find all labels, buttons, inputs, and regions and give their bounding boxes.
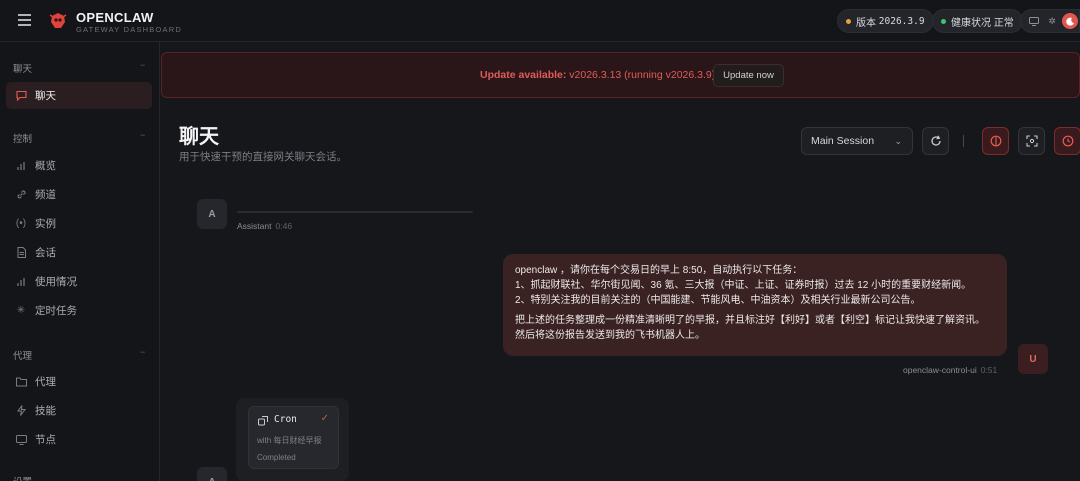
tool-icon bbox=[258, 416, 268, 426]
cron-status: Completed bbox=[257, 453, 296, 462]
folder-icon bbox=[15, 376, 27, 388]
link-icon bbox=[15, 189, 27, 201]
lobster-logo-icon bbox=[49, 13, 67, 28]
focus-icon bbox=[1025, 135, 1038, 147]
cron-with-text: with 每日财经早报 bbox=[257, 436, 322, 445]
zap-icon bbox=[15, 405, 27, 417]
session-select-value: Main Session bbox=[811, 135, 875, 147]
sidebar-item-cron[interactable]: ✳ 定时任务 bbox=[6, 297, 152, 324]
message-line: 2、特别关注我的目前关注的（中国能建、节能风电、中油资本）及相关行业最新公司公告… bbox=[515, 295, 921, 306]
sidebar-item-channels[interactable]: 频道 bbox=[6, 181, 152, 208]
sidebar-item-label: 实例 bbox=[35, 218, 56, 230]
message-line: 把上述的任务整理成一份精准清晰明了的早报，并且标注好【利好】或者【利空】标记让我… bbox=[515, 315, 985, 326]
collapse-agents-icon[interactable]: − bbox=[140, 347, 145, 357]
collapse-control-icon[interactable]: − bbox=[140, 130, 145, 140]
page-subtitle: 用于快速干预的直接网关聊天会话。 bbox=[179, 151, 347, 163]
top-bar: OPENCLAW GATEWAY DASHBOARD 版本 2026.3.9 健… bbox=[0, 0, 1080, 42]
monitor-theme-icon[interactable] bbox=[1026, 13, 1042, 29]
health-label: 健康状况 bbox=[951, 17, 991, 29]
chat-icon bbox=[15, 90, 27, 102]
assistant-avatar: A bbox=[197, 467, 227, 481]
sidebar-item-label: 使用情况 bbox=[35, 276, 77, 288]
sidebar-item-skills[interactable]: 技能 bbox=[6, 397, 152, 424]
sidebar-item-instances[interactable]: (•) 实例 bbox=[6, 210, 152, 237]
health-status-dot bbox=[941, 18, 946, 24]
sidebar-item-label: 频道 bbox=[35, 189, 56, 201]
sidebar-item-usage[interactable]: 使用情况 bbox=[6, 268, 152, 295]
brain-icon bbox=[990, 135, 1001, 147]
sidebar-item-sessions[interactable]: 会话 bbox=[6, 239, 152, 266]
toolbar-separator bbox=[963, 135, 964, 147]
sidebar-item-label: 节点 bbox=[35, 434, 56, 446]
sidebar-section-agents: 代理 bbox=[13, 351, 33, 362]
sidebar-item-label: 定时任务 bbox=[35, 305, 77, 317]
clock-icon bbox=[1062, 135, 1073, 147]
sidebar-item-label: 代理 bbox=[35, 376, 56, 388]
version-status-dot bbox=[846, 18, 851, 24]
user-message-bubble: openclaw ，请你在每个交易日的早上 8:50，自动执行以下任务： 1、抓… bbox=[503, 254, 1007, 356]
update-version-text: v2026.3.13 (running v2026.3.9). bbox=[566, 69, 719, 81]
page-title: 聊天 bbox=[179, 126, 219, 148]
cron-tool-card[interactable]: Cron ✓ with 每日财经早报 Completed bbox=[248, 406, 339, 469]
menu-icon[interactable] bbox=[18, 14, 31, 26]
chevron-down-icon: ⌄ bbox=[894, 136, 902, 146]
collapse-chat-icon[interactable]: − bbox=[140, 60, 145, 70]
loader-icon: ✳ bbox=[16, 305, 26, 316]
check-icon: ✓ bbox=[320, 413, 329, 424]
radio-icon: (•) bbox=[15, 218, 27, 229]
message-line: 然后将这份报告发送到我的飞书机器人上。 bbox=[515, 330, 705, 341]
user-meta: openclaw-control-ui 0:51 bbox=[903, 365, 997, 375]
sun-icon[interactable]: ✲ bbox=[1044, 13, 1060, 29]
moon-icon[interactable] bbox=[1062, 13, 1078, 29]
assistant-message-bar bbox=[237, 211, 473, 213]
refresh-icon bbox=[930, 135, 941, 146]
health-value: 正常 bbox=[993, 17, 1014, 29]
user-sender: openclaw-control-ui bbox=[903, 365, 977, 375]
health-badge: 健康状况 正常 bbox=[932, 9, 1023, 33]
message-line: openclaw ，请你在每个交易日的早上 8:50，自动执行以下任务： bbox=[515, 265, 803, 276]
assistant-name: Assistant bbox=[237, 221, 272, 231]
version-label: 版本 bbox=[856, 17, 876, 29]
sidebar-item-label: 会话 bbox=[35, 247, 56, 259]
app-subtitle: GATEWAY DASHBOARD bbox=[76, 25, 182, 34]
schedule-button[interactable] bbox=[1054, 127, 1080, 155]
theme-switcher: ✲ bbox=[1020, 9, 1080, 33]
assistant-meta: Assistant 0:46 bbox=[237, 221, 292, 231]
bar-chart-icon bbox=[15, 276, 27, 288]
sidebar-item-overview[interactable]: 概览 bbox=[6, 152, 152, 179]
assistant-time: 0:46 bbox=[275, 221, 293, 231]
sidebar-item-label: 概览 bbox=[35, 160, 56, 172]
sidebar-item-label: 技能 bbox=[35, 405, 56, 417]
sidebar-section-control: 控制 bbox=[13, 134, 33, 145]
session-select[interactable]: Main Session ⌄ bbox=[801, 127, 913, 155]
user-avatar: U bbox=[1018, 344, 1048, 374]
sidebar-section-chat: 聊天 bbox=[13, 64, 33, 75]
file-icon bbox=[15, 247, 27, 259]
sidebar-item-label: 聊天 bbox=[35, 90, 56, 102]
refresh-button[interactable] bbox=[922, 127, 949, 155]
sidebar-item-agents[interactable]: 代理 bbox=[6, 368, 152, 395]
bar-chart-icon bbox=[15, 160, 27, 172]
version-badge: 版本 2026.3.9 bbox=[837, 9, 934, 33]
assistant-avatar: A bbox=[197, 199, 227, 229]
update-message: Update available: v2026.3.13 (running v2… bbox=[480, 69, 718, 81]
sidebar-item-chat[interactable]: 聊天 bbox=[6, 82, 152, 109]
sidebar-section-settings: 设置 bbox=[13, 474, 32, 481]
update-now-button[interactable]: Update now bbox=[713, 64, 784, 87]
user-time: 0:51 bbox=[980, 365, 998, 375]
app-title: OPENCLAW bbox=[76, 10, 154, 25]
update-prefix: Update available: bbox=[480, 69, 567, 81]
message-line: 1、抓起财联社、华尔街见闻、36 氪、三大报（中证、上证、证券时报）过去 12 … bbox=[515, 280, 972, 291]
cron-title: Cron bbox=[274, 414, 297, 425]
monitor-icon bbox=[15, 434, 27, 446]
update-banner: Update available: v2026.3.13 (running v2… bbox=[161, 52, 1080, 98]
focus-mode-button[interactable] bbox=[1018, 127, 1045, 155]
version-value: 2026.3.9 bbox=[878, 15, 925, 27]
thinking-toggle-button[interactable] bbox=[982, 127, 1009, 155]
sidebar-item-nodes[interactable]: 节点 bbox=[6, 426, 152, 453]
